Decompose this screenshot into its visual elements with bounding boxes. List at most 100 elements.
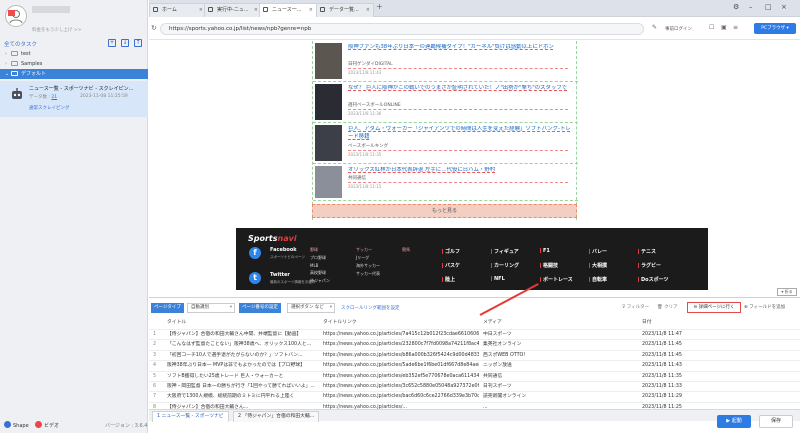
all-tasks-title[interactable]: 全てのタスク — [4, 40, 37, 48]
footer-cat[interactable]: カーリング — [491, 262, 519, 269]
sportsnavi-logo: Sportsnavi — [248, 234, 297, 243]
tab-running[interactable]: 実行中-ニュ... × — [204, 3, 262, 17]
scroll-range-link[interactable]: スクロールリング範囲を設定 — [341, 305, 400, 311]
new-folder-icon[interactable]: + — [108, 39, 116, 47]
settings-icon[interactable]: ⚙ — [733, 3, 739, 11]
news-title[interactable]: オリックス紅林が日本代表辞退 左手に…代役に日ハム・野村 — [348, 167, 574, 175]
page-type-select[interactable]: 自動識別 ▾ — [187, 303, 235, 313]
footer-col-soccer: サッカー Jリーグ 海外サッカー サッカー代表 — [356, 247, 380, 276]
footer-cat[interactable]: バスケ — [442, 262, 460, 269]
facebook-icon[interactable]: f — [249, 247, 261, 259]
pre-login-button[interactable]: 事前ログイン — [665, 26, 692, 32]
footer-cat[interactable]: フィギュア — [491, 248, 519, 255]
tree-item-label: test — [21, 51, 31, 57]
video-link[interactable]: ビデオ — [35, 420, 59, 433]
page-setting-select[interactable]: 選択ボタン など ▾ — [287, 303, 335, 313]
col-header-date[interactable]: 日付 — [642, 317, 652, 329]
clear-button[interactable]: 🗑 クリア — [657, 304, 678, 310]
task-card[interactable]: ニュース一覧 - スポーツナビ - スクレイピン... データ数 : 21 20… — [0, 81, 148, 117]
news-title[interactable]: 阪神ファンも38年ぶり日本一の連覇候補ダイブ！"カーネル"負けは感動以上にドボン — [348, 44, 574, 59]
chevron-down-icon: ▾ — [229, 305, 232, 310]
footer-cat[interactable]: 大相撲 — [589, 262, 607, 269]
footer-cat[interactable]: NFL — [491, 276, 505, 282]
close-icon[interactable]: × — [366, 4, 370, 16]
checkbox-icon[interactable]: ☐ — [709, 24, 714, 31]
save-button[interactable]: 保存 — [759, 415, 793, 428]
minimize-icon[interactable]: – — [749, 3, 753, 11]
news-thumbnail — [315, 84, 342, 120]
footer-cat[interactable]: Doスポーツ — [638, 276, 669, 283]
col-header-link[interactable]: タイトルリンク — [323, 317, 357, 329]
add-field-button[interactable]: ⊕ フィールドを追加 — [744, 304, 785, 310]
table-row[interactable]: 4 阪神38年ぶり日本一 MVPは非でもよかったのでは【プロ野球】 https://… — [149, 360, 800, 370]
scrape-mode-link[interactable]: 通常スクレイピング — [29, 105, 70, 111]
tree-item-default[interactable]: ⌄ デフォルト — [0, 69, 148, 79]
footer-cat[interactable]: バレー — [589, 248, 607, 255]
detail-page-button[interactable]: ⊖ 詳細ページに行く — [687, 302, 741, 313]
list-icon[interactable]: ≡ — [733, 24, 738, 31]
close-icon[interactable]: × — [309, 4, 313, 16]
data-panel: ページタイプ 自動識別 ▾ ページ番号の設定 選択ボタン など ▾ スクロールリング… — [149, 297, 800, 433]
news-title[interactable]: 巨人、アダム・ウォーカー「ジャイアンツでの時間は人生を変えた経験」ソフトバンク-… — [348, 126, 574, 141]
tab-news-list[interactable]: ニュース一... × — [259, 3, 317, 17]
list-item[interactable]: 巨人、アダム・ウォーカー「ジャイアンツでの時間は人生を変えた経験」ソフトバンク-… — [313, 123, 578, 164]
page-icon — [263, 7, 268, 12]
image-icon[interactable]: ▣ — [721, 24, 727, 31]
col-header-title[interactable]: タイトル — [167, 317, 186, 329]
close-icon[interactable]: × — [254, 4, 258, 16]
avatar[interactable] — [5, 5, 27, 27]
filter-button[interactable]: ⊽ フィルター — [622, 304, 649, 310]
news-title[interactable]: なぜ？ 巨人に阪神がこの戦いでのうまさが証明されていた！ノ"出勢が"撃ち"のスタ… — [348, 85, 574, 100]
tab-data-list[interactable]: データ一覧... × — [316, 3, 374, 17]
import-icon[interactable]: ↓ — [121, 39, 129, 47]
news-source: 日刊ゲンダイDIGITAL — [348, 61, 568, 69]
col-header-media[interactable]: メディア — [483, 317, 502, 329]
start-button[interactable]: ▶ 起動 — [717, 415, 751, 428]
footer-cat[interactable]: 陸上 — [442, 276, 455, 283]
edit-icon[interactable]: ✎ — [652, 24, 657, 31]
tab-page-1[interactable]: 1 ニュース一覧 - スポーツナビ — [152, 411, 229, 422]
collapse-button[interactable]: ▾ 折る — [777, 288, 797, 296]
table-row[interactable]: 6 阪神・岡田監督 日本一の勝ちが行き「1回やって勝てればいいよ」... https… — [149, 381, 800, 391]
tree-item-test[interactable]: › test — [0, 49, 148, 59]
list-item[interactable]: 阪神ファンも38年ぶり日本一の連覇候補ダイブ！"カーネル"負けは感動以上にドボン… — [313, 41, 578, 82]
footer-cat[interactable]: 格闘技 — [540, 262, 558, 269]
data-toolbar: ページタイプ 自動識別 ▾ ページ番号の設定 選択ボタン など ▾ スクロールリング… — [149, 298, 800, 316]
new-tab-icon[interactable]: + — [376, 2, 383, 11]
footer-cat[interactable]: ラグビー — [638, 262, 661, 269]
web-viewport[interactable]: 阪神ファンも38年ぶり日本一の連覇候補ダイブ！"カーネル"負けは感動以上にドボン… — [149, 41, 800, 290]
table-row[interactable]: 2 「こんなはず監督たことない」阪神38歳へ、オリックス100人と... https… — [149, 339, 800, 349]
url-input[interactable]: https://sports.yahoo.co.jp/list/news/npb… — [160, 23, 644, 35]
tab-page-2[interactable]: 2 「侍ジャパン」合宿の和田大輔... — [233, 411, 320, 422]
profile-area: 料金をもう少し上げ >> — [0, 0, 148, 36]
footer-cat[interactable]: F1 — [540, 248, 550, 254]
list-item[interactable]: なぜ？ 巨人に阪神がこの戦いでのうまさが証明されていた！ノ"出勢が"撃ち"のスタ… — [313, 82, 578, 123]
footer-cat[interactable]: ゴルフ — [442, 248, 460, 255]
plan-upgrade-link[interactable]: 料金をもう少し上げ >> — [32, 27, 81, 33]
maximize-icon[interactable]: □ — [765, 3, 772, 11]
close-window-icon[interactable]: × — [781, 3, 787, 11]
tree-item-samples[interactable]: › Samples — [0, 59, 148, 69]
close-icon[interactable]: × — [199, 4, 203, 16]
shape-link[interactable]: Shape — [4, 420, 29, 433]
pc-browser-button[interactable]: PCブラウザ ▾ — [754, 23, 796, 34]
more-button[interactable]: もっと見る — [312, 204, 577, 218]
table-row[interactable]: 1 【侍ジャパン】合宿の和田大輔さん中間、井端監督に【動画】 https://new… — [149, 329, 800, 339]
plus-circle-icon: ⊕ — [744, 305, 748, 310]
tab-home[interactable]: ホーム × — [149, 3, 207, 17]
footer-cat[interactable]: 自転車 — [589, 276, 607, 283]
facebook-link[interactable]: Facebook — [270, 247, 297, 253]
folder-icon — [11, 71, 18, 76]
footer-cat[interactable]: ボートレース — [540, 276, 573, 283]
footer-cat[interactable]: テニス — [638, 248, 656, 255]
table-row[interactable]: 5 ソフトB獲得したい25歳トレード 巨人・ウォーカーと https://news.… — [149, 370, 800, 381]
refresh-icon[interactable]: ↻ — [151, 24, 157, 32]
table-row[interactable]: 3 「初回コーチ10人で選手退がたがらないのか？」ソフトバン... https://… — [149, 349, 800, 360]
twitter-icon[interactable]: t — [249, 272, 261, 284]
browser-tab-bar: ホーム × 実行中-ニュ... × ニュース一... × データ一覧... × + ⚙ … — [149, 0, 800, 17]
list-item[interactable]: オリックス紅林が日本代表辞退 左手に…代役に日ハム・野村 共同通信 2023/1… — [313, 164, 578, 201]
table-row[interactable]: 7 大阪府で1300人規模、総統前期のミトミに円平れる上陸く https://new… — [149, 391, 800, 401]
task-date: 2023-11-08 11:25:59 — [80, 94, 128, 99]
export-icon[interactable]: ↑ — [134, 39, 142, 47]
twitter-link[interactable]: Twitter — [270, 272, 290, 278]
